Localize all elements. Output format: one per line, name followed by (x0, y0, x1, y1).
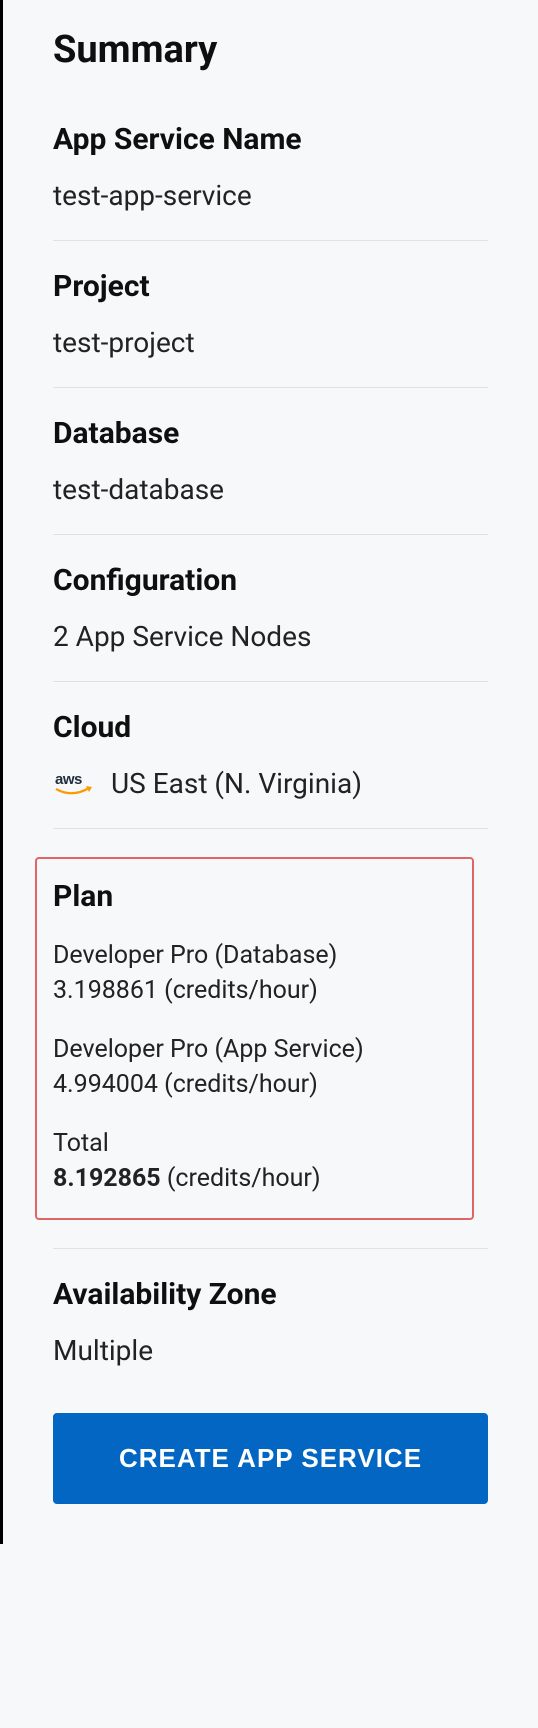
summary-panel: Summary App Service Name test-app-servic… (0, 0, 538, 1544)
project-label: Project (53, 269, 488, 304)
availability-zone-label: Availability Zone (53, 1277, 488, 1312)
cloud-region-value: US East (N. Virginia) (111, 767, 362, 800)
app-service-name-label: App Service Name (53, 122, 488, 157)
plan-label: Plan (53, 879, 456, 914)
plan-item-app-service-credits: 4.994004 (credits/hour) (53, 1067, 456, 1102)
section-database: Database test-database (53, 416, 488, 535)
configuration-label: Configuration (53, 563, 488, 598)
page-title: Summary (53, 28, 488, 72)
section-cloud: Cloud aws US East (N. Virginia) (53, 710, 488, 829)
section-project: Project test-project (53, 269, 488, 388)
section-availability-zone: Availability Zone Multiple (53, 1277, 488, 1395)
plan-item-database-credits: 3.198861 (credits/hour) (53, 973, 456, 1008)
plan-item-app-service: Developer Pro (App Service) 4.994004 (cr… (53, 1032, 456, 1102)
create-app-service-button[interactable]: CREATE APP SERVICE (53, 1413, 488, 1504)
aws-icon: aws (53, 771, 95, 797)
database-value: test-database (53, 473, 488, 506)
plan-total-label: Total (53, 1126, 456, 1161)
plan-box: Plan Developer Pro (Database) 3.198861 (… (35, 857, 474, 1220)
app-service-name-value: test-app-service (53, 179, 488, 212)
plan-total: Total 8.192865 (credits/hour) (53, 1126, 456, 1196)
section-app-service-name: App Service Name test-app-service (53, 122, 488, 241)
database-label: Database (53, 416, 488, 451)
divider (53, 1248, 488, 1249)
cloud-label: Cloud (53, 710, 488, 745)
svg-text:aws: aws (55, 771, 82, 788)
plan-item-app-service-name: Developer Pro (App Service) (53, 1032, 456, 1067)
plan-total-value: 8.192865 (credits/hour) (53, 1161, 456, 1196)
section-configuration: Configuration 2 App Service Nodes (53, 563, 488, 682)
plan-item-database-name: Developer Pro (Database) (53, 938, 456, 973)
project-value: test-project (53, 326, 488, 359)
configuration-value: 2 App Service Nodes (53, 620, 488, 653)
availability-zone-value: Multiple (53, 1334, 488, 1367)
plan-item-database: Developer Pro (Database) 3.198861 (credi… (53, 938, 456, 1008)
